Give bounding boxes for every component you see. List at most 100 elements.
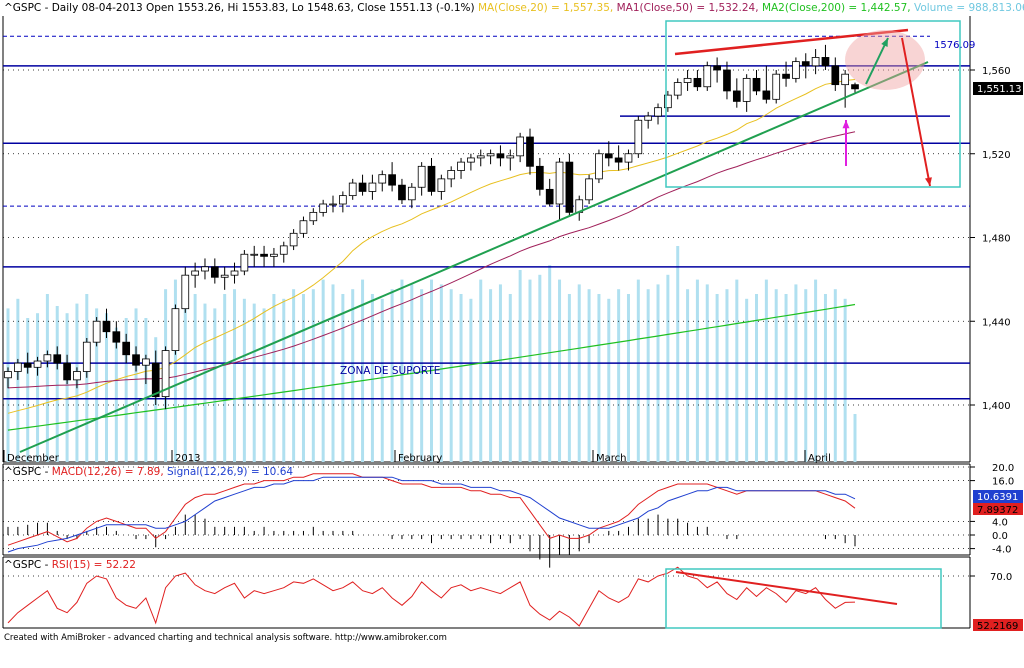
candle-body xyxy=(339,195,347,205)
candle-body xyxy=(348,182,357,197)
candle-body xyxy=(378,174,387,184)
level-1576-label: 1576.09 xyxy=(934,40,975,51)
volume-bar xyxy=(626,294,630,462)
candle-body xyxy=(614,157,623,163)
highlight-ellipse xyxy=(845,30,925,90)
candle-body xyxy=(772,73,781,100)
candle-body xyxy=(841,73,849,86)
volume-bar xyxy=(676,246,680,462)
candle-body xyxy=(240,253,249,272)
volume-bar xyxy=(538,274,542,462)
candle-body xyxy=(4,371,12,379)
volume-bar xyxy=(695,279,699,462)
candle-body xyxy=(33,360,42,368)
volume-bar xyxy=(794,284,798,462)
volume-bar xyxy=(597,294,601,462)
candle-body xyxy=(467,157,475,163)
candle-body xyxy=(644,115,653,121)
candle-body xyxy=(555,161,564,205)
volume-bar xyxy=(843,298,847,462)
candle-body xyxy=(407,186,416,201)
candle-body xyxy=(811,57,820,67)
price-tick-label: 1,400 xyxy=(982,401,1011,412)
volume-bar xyxy=(823,294,827,462)
candle-body xyxy=(260,253,268,257)
stock-chart: 1,400 1,440 1,480 1,520 1,560 December 2013 Fe… xyxy=(0,0,1024,668)
volume-bar xyxy=(282,298,286,462)
candle-body xyxy=(752,77,761,92)
rsi-title: ^GSPC - RSI(15) = 52.22 xyxy=(4,559,136,571)
candle-body xyxy=(486,153,495,157)
volume-bar xyxy=(725,289,729,462)
price-tick-label: 1,560 xyxy=(982,66,1011,77)
volume-bar xyxy=(370,294,374,462)
candle-body xyxy=(210,266,219,278)
candle-body xyxy=(181,274,190,310)
candle-body xyxy=(713,65,721,71)
volume-bar xyxy=(745,298,749,462)
volume-bar xyxy=(715,294,719,462)
volume-bar xyxy=(45,294,49,462)
candle-body xyxy=(693,77,702,88)
volume-bar xyxy=(331,284,335,462)
candle-body xyxy=(14,362,22,372)
candle-body xyxy=(112,331,121,343)
candle-body xyxy=(437,178,446,192)
candle-body xyxy=(604,153,613,159)
volume-bar xyxy=(774,289,778,462)
macd-tick-label: 4.0 xyxy=(992,517,1008,528)
volume-bar xyxy=(489,289,493,462)
macd-tick-label: 20.0 xyxy=(992,463,1014,474)
candle-body xyxy=(142,358,150,366)
candle-body xyxy=(457,161,465,171)
candle-body xyxy=(831,65,840,86)
macd-value-tag: 7.89372 xyxy=(973,503,1023,516)
volume-bar xyxy=(735,279,739,462)
svg-text:10.6391: 10.6391 xyxy=(977,492,1018,503)
volume-bar xyxy=(213,308,217,462)
candle-body xyxy=(496,153,505,159)
candle-body xyxy=(230,270,239,276)
volume-bar xyxy=(380,298,384,462)
candle-body xyxy=(289,232,298,247)
macd-signal-tag: 10.6391 xyxy=(973,490,1023,503)
candle-body xyxy=(299,220,308,234)
candle-body xyxy=(250,253,259,256)
candle-body xyxy=(535,165,544,190)
volume-bar xyxy=(686,289,690,462)
candle-body xyxy=(388,174,396,186)
candle-body xyxy=(683,77,692,83)
candle-body xyxy=(23,362,32,368)
volume-bar xyxy=(16,298,20,462)
candle-body xyxy=(742,77,751,102)
volume-bar xyxy=(518,270,522,462)
volume-bar xyxy=(311,289,315,462)
svg-text:7.89372: 7.89372 xyxy=(977,505,1018,516)
candle-body xyxy=(723,69,731,92)
candle-body xyxy=(398,184,406,201)
candle-body xyxy=(270,253,278,257)
volume-bar xyxy=(292,289,296,462)
volume-bar xyxy=(656,284,660,462)
date-label: December xyxy=(7,453,60,464)
price-tick-label: 1,440 xyxy=(982,317,1011,328)
volume-bar xyxy=(341,294,345,462)
macd-tick-label: 16.0 xyxy=(992,477,1014,488)
volume-bar xyxy=(814,279,818,462)
volume-bar xyxy=(636,279,640,462)
volume-bar xyxy=(853,414,857,462)
candle-body xyxy=(368,182,377,192)
volume-bar xyxy=(617,289,621,462)
candle-body xyxy=(516,136,524,157)
support-zone-label: ZONA DE SUPORTE xyxy=(340,365,440,377)
volume-bar xyxy=(558,279,562,462)
candle-body xyxy=(191,270,199,276)
price-tick-label: 1,520 xyxy=(982,150,1011,161)
volume-bar xyxy=(272,294,276,462)
volume-bar xyxy=(262,308,266,462)
candle-body xyxy=(358,182,367,192)
volume-bar xyxy=(764,279,768,462)
svg-text:1,551.13: 1,551.13 xyxy=(977,84,1022,95)
volume-bar xyxy=(233,289,237,462)
date-label: March xyxy=(596,453,626,464)
